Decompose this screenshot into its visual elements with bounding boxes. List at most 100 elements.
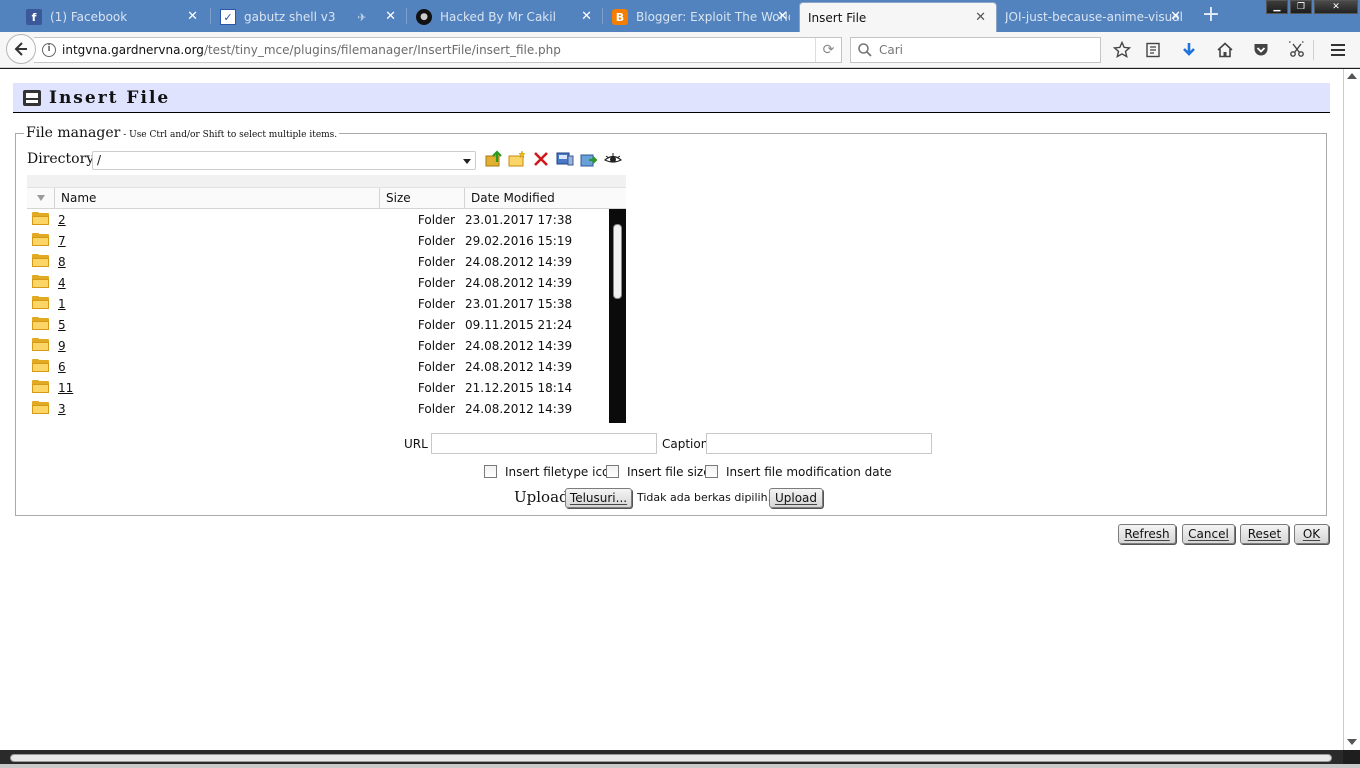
close-icon[interactable]: ✕ <box>581 9 592 24</box>
upload-button[interactable]: Upload <box>769 488 823 508</box>
mod-date-checkbox[interactable] <box>705 465 718 478</box>
screenshot-icon[interactable] <box>1285 38 1309 62</box>
caption-field[interactable] <box>706 433 932 454</box>
list-item[interactable]: 8 Folder 24.08.2012 14:39 <box>27 251 610 272</box>
close-window-button[interactable]: ✕ <box>1314 0 1358 14</box>
list-item[interactable]: 3 Folder 24.08.2012 14:39 <box>27 398 610 419</box>
tab-title: gabutz shell v3 <box>244 10 336 24</box>
download-icon[interactable] <box>1177 38 1201 62</box>
sort-icon[interactable] <box>27 188 55 208</box>
back-button[interactable] <box>6 34 36 64</box>
close-icon[interactable]: ✕ <box>975 10 986 25</box>
restore-button[interactable]: ❐ <box>1290 0 1312 14</box>
menu-icon[interactable] <box>1326 38 1350 62</box>
column-size[interactable]: Size <box>380 188 465 208</box>
file-type: Folder <box>417 213 455 227</box>
close-icon[interactable]: ✕ <box>385 9 396 24</box>
blogger-icon: B <box>612 9 628 25</box>
page-vertical-scrollbar[interactable] <box>1343 69 1360 750</box>
file-date: 24.08.2012 14:39 <box>465 276 573 290</box>
address-bar[interactable]: i intgvna.gardnervna.org/test/tiny_mce/p… <box>34 37 842 63</box>
reload-icon[interactable]: ⟳ <box>815 38 841 62</box>
file-name-link[interactable]: 7 <box>58 234 66 248</box>
list-item[interactable]: 11 Folder 21.12.2015 18:14 <box>27 377 610 398</box>
url-field[interactable] <box>431 433 657 454</box>
directory-select[interactable]: / <box>92 151 476 170</box>
file-name-link[interactable]: 5 <box>58 318 66 332</box>
folder-icon <box>32 275 49 288</box>
list-item[interactable]: 5 Folder 09.11.2015 21:24 <box>27 314 610 335</box>
file-date: 24.08.2012 14:39 <box>465 402 573 416</box>
file-manager-legend: File manager - Use Ctrl and/or Shift to … <box>24 125 340 141</box>
scrollbar-thumb[interactable] <box>10 754 1332 762</box>
file-name-link[interactable]: 11 <box>58 381 73 395</box>
file-name-link[interactable]: 1 <box>58 297 66 311</box>
file-name-link[interactable]: 9 <box>58 339 66 353</box>
new-folder-icon[interactable] <box>507 149 527 169</box>
directory-value: / <box>97 153 102 167</box>
caption-label: Caption <box>662 437 709 451</box>
reset-button[interactable]: Reset <box>1240 524 1289 544</box>
file-name-link[interactable]: 8 <box>58 255 66 269</box>
file-date: 23.01.2017 15:38 <box>465 297 573 311</box>
edit-icon[interactable] <box>555 149 575 169</box>
file-name-link[interactable]: 6 <box>58 360 66 374</box>
info-icon[interactable]: i <box>42 43 56 57</box>
url-text[interactable]: intgvna.gardnervna.org/test/tiny_mce/plu… <box>62 43 815 57</box>
scrollbar-thumb[interactable] <box>613 224 622 299</box>
search-input[interactable] <box>879 43 1079 57</box>
mute-icon[interactable]: ✈ <box>354 9 370 25</box>
list-item[interactable]: 1 Folder 23.01.2017 15:38 <box>27 293 610 314</box>
list-item[interactable]: 9 Folder 24.08.2012 14:39 <box>27 335 610 356</box>
file-name-link[interactable]: 3 <box>58 402 66 416</box>
list-item[interactable]: 4 Folder 24.08.2012 14:39 <box>27 272 610 293</box>
scroll-up-icon[interactable] <box>1347 73 1357 79</box>
folder-icon <box>32 233 49 246</box>
list-item[interactable]: 6 Folder 24.08.2012 14:39 <box>27 356 610 377</box>
home-icon[interactable] <box>1213 38 1237 62</box>
tab-gabutz-shell[interactable]: ✓ gabutz shell v3 ✈ ✕ <box>212 2 406 32</box>
tab-blogger[interactable]: B Blogger: Exploit The World ✕ <box>604 2 798 32</box>
tab-facebook[interactable]: f (1) Facebook ✕ <box>18 2 208 32</box>
file-date: 09.11.2015 21:24 <box>465 318 573 332</box>
tab-insert-file[interactable]: Insert File ✕ <box>799 2 997 32</box>
filetype-icon-checkbox[interactable] <box>484 465 497 478</box>
close-icon[interactable]: ✕ <box>1170 9 1181 24</box>
file-name-link[interactable]: 2 <box>58 213 66 227</box>
navigation-bar: i intgvna.gardnervna.org/test/tiny_mce/p… <box>0 32 1360 68</box>
reading-list-icon[interactable] <box>1141 38 1165 62</box>
go-up-icon[interactable] <box>484 149 504 169</box>
page-title: Insert File <box>49 87 171 108</box>
browse-button[interactable]: Telusuri... <box>565 488 632 508</box>
refresh-button[interactable]: Refresh <box>1118 524 1176 544</box>
tab-joi[interactable]: JOI-just-because-anime-visual ✕ <box>997 2 1191 32</box>
column-date-modified[interactable]: Date Modified <box>465 188 626 208</box>
minimize-button[interactable]: ▁ <box>1266 0 1288 14</box>
mask-icon: ● <box>416 9 432 25</box>
column-name[interactable]: Name <box>55 188 380 208</box>
pocket-icon[interactable] <box>1249 38 1273 62</box>
file-name-link[interactable]: 4 <box>58 276 66 290</box>
scroll-down-icon[interactable] <box>1347 739 1357 745</box>
file-cabinet-icon <box>23 89 41 106</box>
close-icon[interactable]: ✕ <box>187 9 198 24</box>
list-item[interactable]: 7 Folder 29.02.2016 15:19 <box>27 230 610 251</box>
url-path: /test/tiny_mce/plugins/filemanager/Inser… <box>203 43 561 57</box>
tab-strip: f (1) Facebook ✕ ✓ gabutz shell v3 ✈ ✕ ●… <box>0 0 1360 32</box>
upload-label: Upload <box>514 488 569 506</box>
list-item[interactable]: 2 Folder 23.01.2017 17:38 <box>27 209 610 230</box>
new-tab-button[interactable]: + <box>1200 4 1222 28</box>
bookmark-star-icon[interactable] <box>1110 38 1134 62</box>
search-bar[interactable] <box>850 37 1101 63</box>
ok-button[interactable]: OK <box>1294 524 1329 544</box>
tab-hacked-by[interactable]: ● Hacked By Mr Cakil ✕ <box>408 2 602 32</box>
file-size-checkbox[interactable] <box>606 465 619 478</box>
move-icon[interactable] <box>579 149 599 169</box>
file-type: Folder <box>417 381 455 395</box>
view-icon[interactable] <box>603 149 623 169</box>
delete-icon[interactable] <box>531 149 551 169</box>
close-icon[interactable]: ✕ <box>777 9 788 24</box>
cancel-button[interactable]: Cancel <box>1182 524 1235 544</box>
tab-title: Blogger: Exploit The World <box>636 10 790 24</box>
file-list-scrollbar[interactable] <box>609 209 626 423</box>
